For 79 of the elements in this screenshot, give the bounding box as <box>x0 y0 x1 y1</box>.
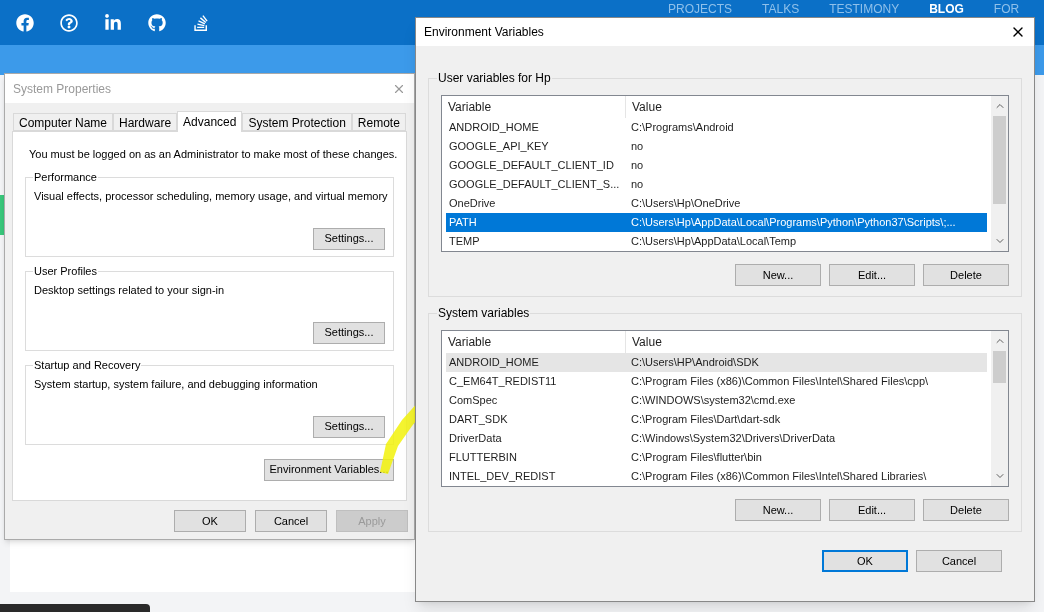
settings-button[interactable]: Settings... <box>313 227 385 250</box>
variable-name: PATH <box>448 215 478 231</box>
window-title: Environment Variables <box>424 24 544 41</box>
variable-value: C:\Program Files\Dart\dart-sdk <box>630 412 782 428</box>
variable-value: C:\Users\Hp\AppData\Local\Programs\Python\Python37\Scripts\;... <box>630 215 957 231</box>
variable-row[interactable]: GOOGLE_DEFAULT_CLIENT_ID no <box>446 156 987 175</box>
variable-value: C:\Programs\Android <box>630 120 735 136</box>
variable-value: C:\Program Files (x86)\Common Files\Intel\Shared Files\cpp\ <box>630 374 930 390</box>
variable-value: C:\Users\HP\Android\SDK <box>630 355 760 371</box>
variable-row[interactable]: ComSpec C:\WINDOWS\system32\cmd.exe <box>446 391 987 410</box>
variable-name: FLUTTERBIN <box>448 450 518 466</box>
variable-name: C_EM64T_REDIST11 <box>448 374 558 390</box>
variable-name: DART_SDK <box>448 412 509 428</box>
variable-value: C:\Users\Hp\AppData\Local\Temp <box>630 234 798 250</box>
variable-row[interactable]: DART_SDK C:\Program Files\Dart\dart-sdk <box>446 410 987 429</box>
variable-row[interactable]: ANDROID_HOME C:\Users\HP\Android\SDK <box>446 353 987 372</box>
dialog-button[interactable]: OK <box>174 510 246 532</box>
variable-value: C:\Windows\System32\Drivers\DriverData <box>630 431 837 447</box>
group-description: System startup, system failure, and debugging information <box>34 376 319 392</box>
stack-overflow-icon[interactable] <box>192 13 210 32</box>
variable-row[interactable]: FLUTTERBIN C:\Program Files\flutter\bin <box>446 448 987 467</box>
variable-row[interactable]: C_EM64T_REDIST11 C:\Program Files (x86)\Common Files\Intel\Shared Files\cpp\ <box>446 372 987 391</box>
variable-value: C:\WINDOWS\system32\cmd.exe <box>630 393 797 409</box>
window-title: System Properties <box>13 80 112 98</box>
variable-row[interactable]: INTEL_DEV_REDIST C:\Program Files (x86)\Common Files\Intel\Shared Libraries\ <box>446 467 987 486</box>
variable-name: GOOGLE_DEFAULT_CLIENT_S... <box>448 177 621 193</box>
variable-name: OneDrive <box>448 196 497 212</box>
linkedin-icon[interactable] <box>104 13 122 32</box>
variable-row[interactable]: OneDrive C:\Users\Hp\OneDrive <box>446 194 987 213</box>
github-icon[interactable] <box>148 13 166 32</box>
tab[interactable]: Computer Name <box>13 113 114 131</box>
variable-name: ComSpec <box>448 393 499 409</box>
variable-row[interactable]: GOOGLE_DEFAULT_CLIENT_S... no <box>446 175 987 194</box>
variable-row[interactable]: TEMP C:\Users\Hp\AppData\Local\Temp <box>446 232 987 251</box>
variable-name: GOOGLE_DEFAULT_CLIENT_ID <box>448 158 615 174</box>
scrollbar[interactable] <box>991 96 1008 251</box>
variable-row[interactable]: GOOGLE_API_KEY no <box>446 137 987 156</box>
facebook-icon[interactable] <box>16 13 34 32</box>
column-header[interactable]: Variable <box>442 96 626 118</box>
list-action-button[interactable]: New... <box>735 499 821 521</box>
scroll-thumb[interactable] <box>993 116 1006 204</box>
variable-name: ANDROID_HOME <box>448 355 540 371</box>
dialog-button[interactable]: OK <box>822 550 908 572</box>
variable-row[interactable]: DriverData C:\Windows\System32\Drivers\DriverData <box>446 429 987 448</box>
variable-value: C:\Users\Hp\OneDrive <box>630 196 742 212</box>
variable-value: no <box>630 139 645 155</box>
tab[interactable]: Remote <box>351 113 406 131</box>
tab[interactable]: Hardware <box>113 113 178 131</box>
variable-name: ANDROID_HOME <box>448 120 540 136</box>
scrollbar[interactable] <box>991 331 1008 486</box>
dialog-button[interactable]: Cancel <box>255 510 327 532</box>
group-description: Desktop settings related to your sign-in <box>34 282 226 298</box>
list-action-button[interactable]: Delete <box>923 264 1009 286</box>
variable-name: TEMP <box>448 234 481 250</box>
list-action-button[interactable]: Edit... <box>829 264 915 286</box>
list-action-button[interactable]: Edit... <box>829 499 915 521</box>
variable-row[interactable]: PATH C:\Users\Hp\AppData\Local\Programs\Python\Python37\Scripts\;... <box>446 213 987 232</box>
tab[interactable]: Advanced <box>177 111 243 132</box>
variable-name: GOOGLE_API_KEY <box>448 139 550 155</box>
variable-value: C:\Program Files\flutter\bin <box>630 450 763 466</box>
list-action-button[interactable]: Delete <box>923 499 1009 521</box>
column-header[interactable]: Value <box>626 331 991 353</box>
tab[interactable]: System Protection <box>242 113 352 131</box>
variable-value: no <box>630 158 645 174</box>
group-title: System variables <box>437 306 531 320</box>
nav-link[interactable]: BLOG <box>929 1 964 17</box>
variable-row[interactable]: ANDROID_HOME C:\Programs\Android <box>446 118 987 137</box>
settings-button[interactable]: Settings... <box>313 321 385 344</box>
dialog-button[interactable]: Cancel <box>916 550 1002 572</box>
help-icon[interactable] <box>60 13 78 32</box>
settings-button[interactable]: Settings... <box>313 415 385 438</box>
variable-name: DriverData <box>448 431 503 447</box>
group-title: User variables for Hp <box>437 71 552 85</box>
column-header[interactable]: Value <box>626 96 991 118</box>
scroll-thumb[interactable] <box>993 351 1006 383</box>
variable-name: INTEL_DEV_REDIST <box>448 469 557 485</box>
variable-value: C:\Program Files (x86)\Common Files\Intel\Shared Libraries\ <box>630 469 928 485</box>
variable-value: no <box>630 177 645 193</box>
list-action-button[interactable]: New... <box>735 264 821 286</box>
